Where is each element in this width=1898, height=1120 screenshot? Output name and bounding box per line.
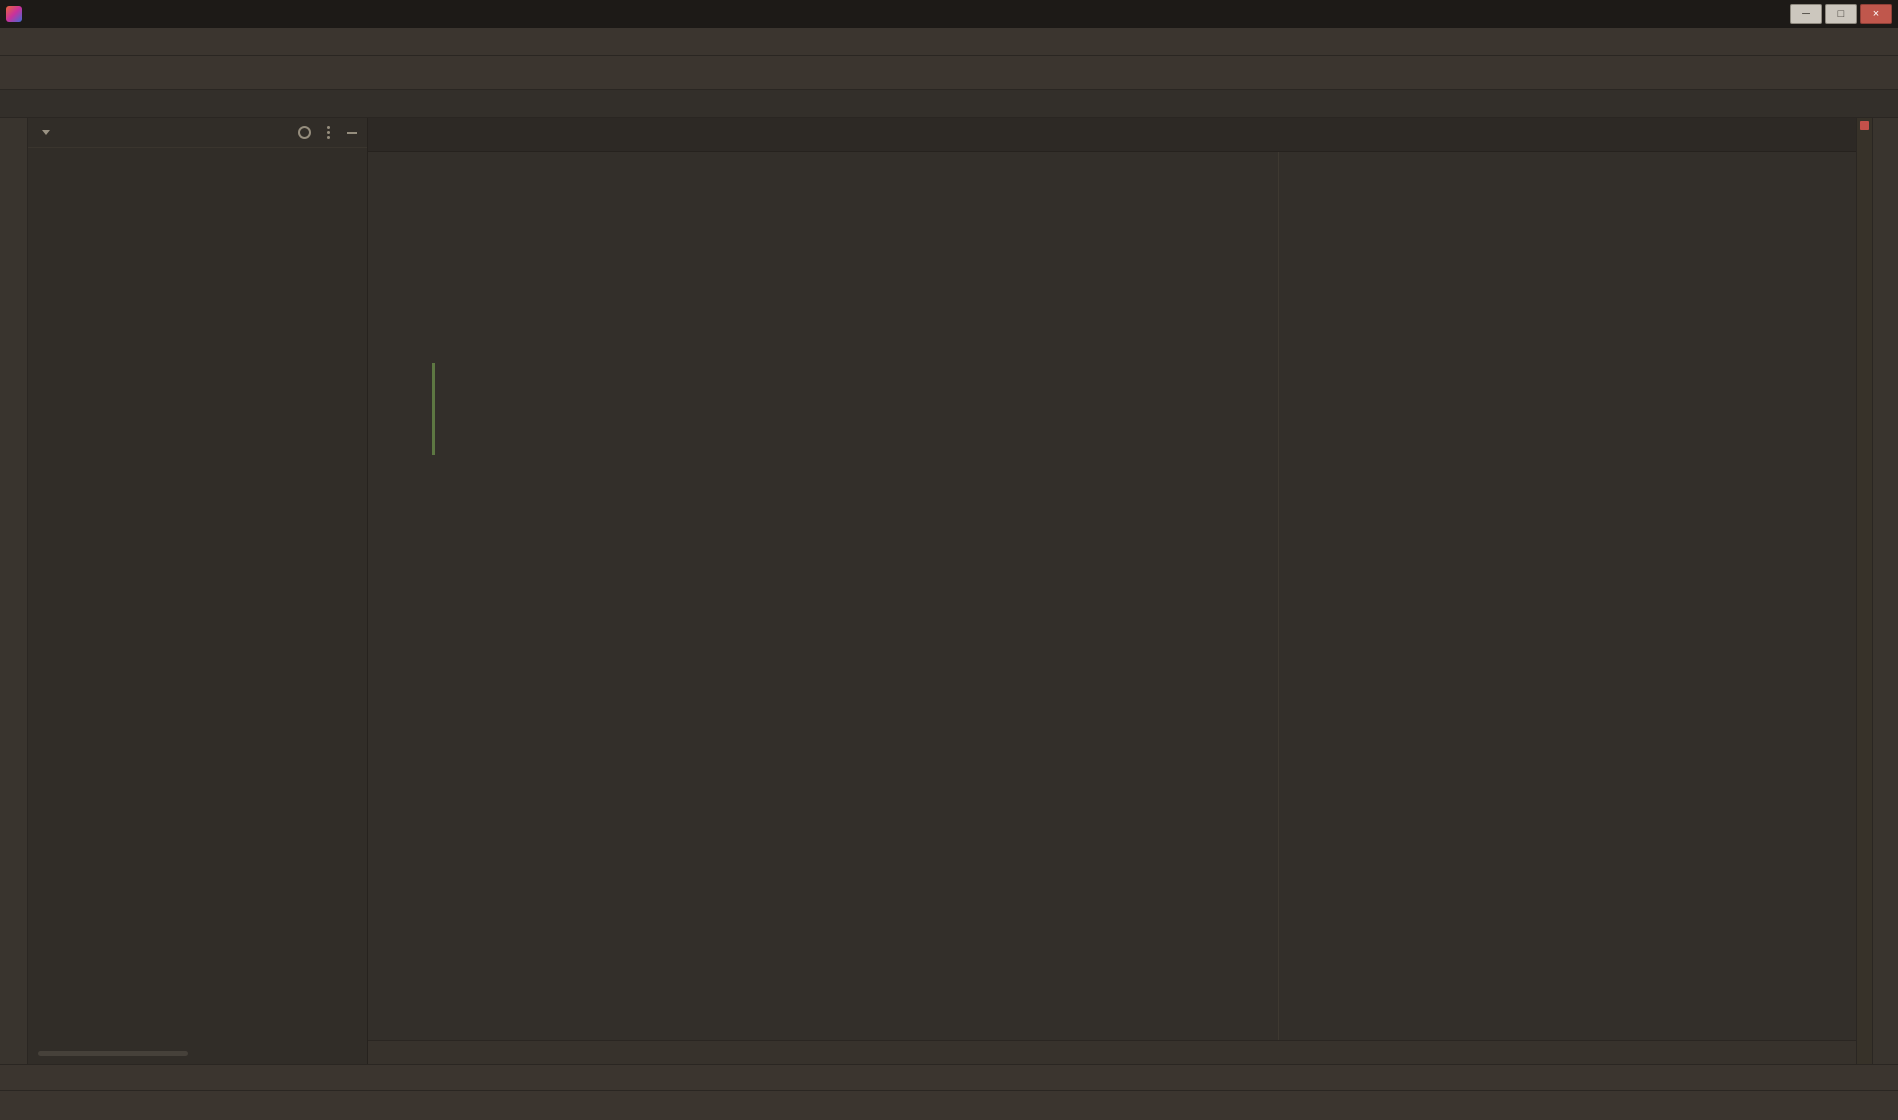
vcs-change-bar [432, 363, 435, 455]
minimize-button[interactable]: ─ [1790, 4, 1822, 24]
menu-bar [0, 28, 1898, 56]
tool-window-bar [0, 1064, 1898, 1090]
file-status-indicator [1860, 121, 1869, 130]
navigation-breadcrumb [0, 90, 1898, 118]
main-toolbar [0, 56, 1898, 90]
editor-breadcrumb [368, 1040, 1856, 1064]
editor-tab-bar [368, 118, 1856, 152]
project-panel-header [28, 118, 367, 148]
project-hscrollbar[interactable] [38, 1051, 188, 1056]
ide-window: ─ □ × [0, 0, 1898, 1120]
close-button[interactable]: × [1860, 4, 1892, 24]
project-tree [28, 148, 367, 1064]
panel-options-icon[interactable] [321, 126, 335, 140]
status-bar [0, 1090, 1898, 1120]
project-panel [28, 118, 368, 1064]
editor-area [368, 118, 1856, 1064]
title-bar: ─ □ × [0, 0, 1898, 28]
chevron-down-icon[interactable] [42, 130, 50, 135]
error-stripe[interactable] [1856, 118, 1872, 1064]
maximize-button[interactable]: □ [1825, 4, 1857, 24]
code-editor[interactable] [368, 152, 1856, 1040]
intellij-logo-icon [6, 6, 22, 22]
right-tool-strip [1872, 118, 1898, 1064]
left-tool-strip [0, 118, 28, 1064]
hide-panel-icon[interactable] [345, 126, 359, 140]
locate-file-icon[interactable] [297, 126, 311, 140]
main-area [0, 118, 1898, 1064]
right-margin-guide [1278, 152, 1279, 1040]
